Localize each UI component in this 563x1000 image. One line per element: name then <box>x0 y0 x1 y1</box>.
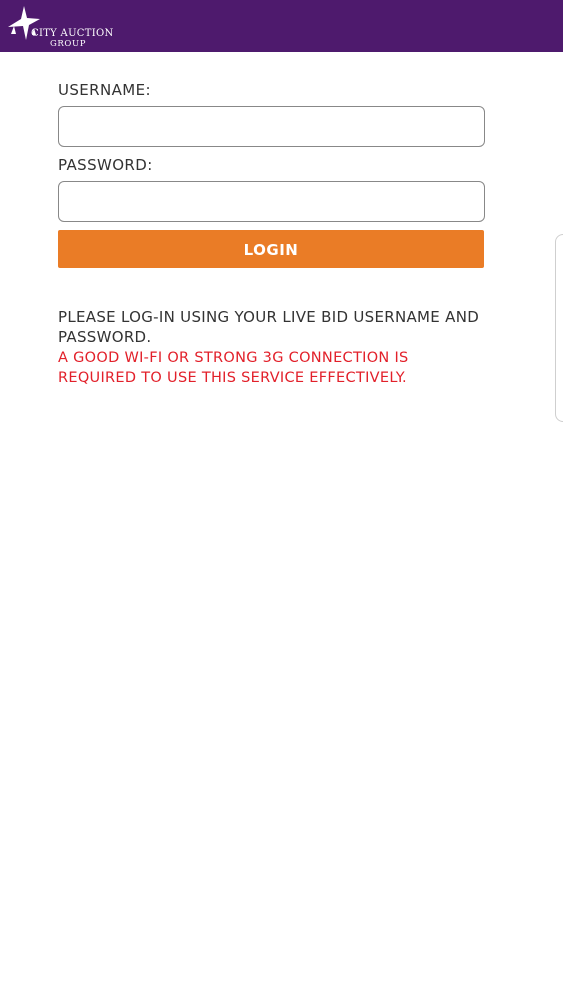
login-form: USERNAME: PASSWORD: LOGIN PLEASE LOG-IN … <box>58 80 485 388</box>
logo-text-line2: GROUP <box>50 39 87 49</box>
login-button[interactable]: LOGIN <box>58 230 484 268</box>
password-label: PASSWORD: <box>58 156 153 174</box>
logo-text-line1: CITY AUCTION <box>31 28 114 39</box>
login-screen: CITY AUCTION GROUP USERNAME: PASSWORD: L… <box>0 0 563 1000</box>
username-label: USERNAME: <box>58 81 151 99</box>
login-instructions: PLEASE LOG-IN USING YOUR LIVE BID USERNA… <box>58 308 480 346</box>
username-input[interactable] <box>58 106 485 147</box>
app-header: CITY AUCTION GROUP <box>0 0 563 52</box>
edge-panel-handle[interactable] <box>555 234 563 422</box>
city-auction-logo[interactable]: CITY AUCTION GROUP <box>6 4 116 50</box>
password-input[interactable] <box>58 181 485 222</box>
connection-warning: A GOOD WI-FI OR STRONG 3G CONNECTION IS … <box>58 350 409 386</box>
